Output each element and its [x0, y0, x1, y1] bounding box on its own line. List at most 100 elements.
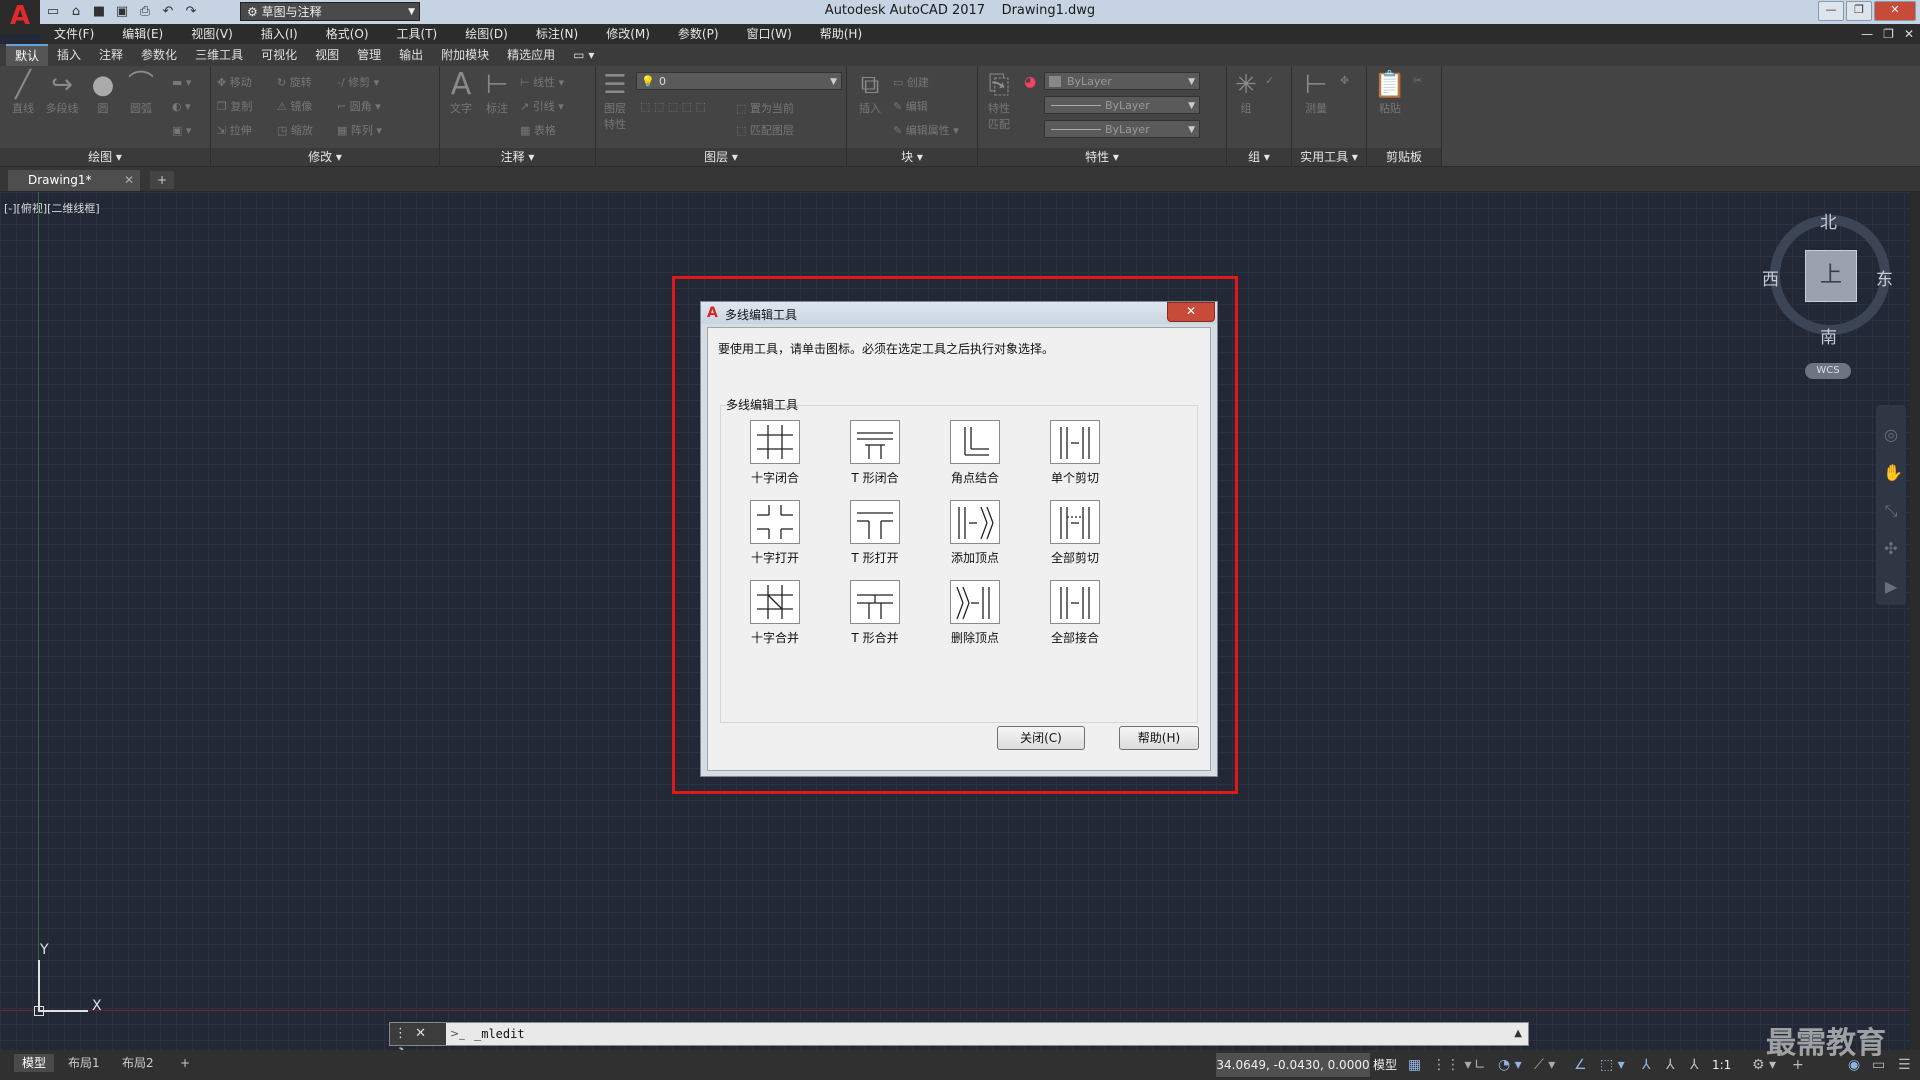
ortho-icon[interactable]: ∟ — [1474, 1055, 1486, 1075]
add-layout-button[interactable]: + — [172, 1054, 198, 1072]
text-button[interactable]: A 文字 — [444, 70, 478, 116]
doc-restore-icon[interactable]: ❐ — [1883, 24, 1894, 44]
add-vertex-icon[interactable] — [950, 500, 1000, 544]
ribbon-tab-7[interactable]: 管理 — [348, 44, 390, 66]
tool-tee-merged[interactable]: T 形合并 — [831, 580, 911, 655]
tool-delete-vertex[interactable]: 删除顶点 — [931, 580, 1011, 655]
move-button[interactable]: ✥ 移动 — [217, 74, 252, 90]
tool-weld-all[interactable]: 全部接合 — [1031, 580, 1111, 655]
help-button[interactable]: 帮助(H) — [1119, 726, 1199, 750]
circle-button[interactable]: ● 圆 — [86, 70, 120, 116]
grip-icon[interactable]: ⋮ — [394, 1026, 407, 1041]
utility-tools-icon[interactable]: ✥ — [1340, 74, 1349, 87]
menu-item-2[interactable]: 视图(V) — [177, 24, 247, 44]
viewport-controls-label[interactable]: [-][俯视][二维线框] — [4, 200, 100, 216]
panel-groups-title[interactable]: 组 ▾ — [1227, 148, 1291, 166]
ribbon-tab-8[interactable]: 输出 — [390, 44, 432, 66]
layout-tab-0[interactable]: 模型 — [14, 1054, 55, 1072]
delete-vertex-icon[interactable] — [950, 580, 1000, 624]
maximize-button[interactable]: ❐ — [1846, 1, 1872, 21]
menu-item-6[interactable]: 绘图(D) — [451, 24, 522, 44]
close-button[interactable]: 关闭(C) — [997, 726, 1085, 750]
cross-open-icon[interactable] — [750, 500, 800, 544]
app-logo[interactable]: A — [0, 0, 40, 34]
menu-item-10[interactable]: 窗口(W) — [733, 24, 806, 44]
grid-icon[interactable]: ▦ — [1408, 1055, 1421, 1075]
panel-draw-title[interactable]: 绘图 ▾ — [0, 148, 210, 166]
print-icon[interactable]: ⎙ — [136, 3, 154, 21]
wcs-menu[interactable]: WCS — [1805, 363, 1851, 379]
tab-drawing1[interactable]: Drawing1* ✕ — [8, 170, 140, 191]
close-icon[interactable]: ✕ — [415, 1026, 426, 1041]
showmotion-icon[interactable]: ▶ — [1883, 577, 1899, 596]
polyline-button[interactable]: ↪ 多段线 — [42, 70, 82, 116]
menu-item-7[interactable]: 标注(N) — [522, 24, 592, 44]
layer-tools-row[interactable]: ⬚ ⬚ ⬚ ⬚ ⬚ — [640, 100, 706, 113]
mirror-button[interactable]: ⚠ 镜像 — [277, 98, 312, 114]
panel-modify-title[interactable]: 修改 ▾ — [211, 148, 439, 166]
layer-properties-button[interactable]: ☰ 图层特性 — [600, 70, 630, 132]
object-snap-tracking-icon[interactable]: ∠ — [1574, 1055, 1587, 1075]
cross-closed-icon[interactable] — [750, 420, 800, 464]
dimension-button[interactable]: ⊢ 标注 — [480, 70, 514, 116]
lineweight-dropdown[interactable]: ByLayer ▼ — [1044, 120, 1200, 138]
panel-layers-title[interactable]: 图层 ▾ — [596, 148, 846, 166]
panel-properties-title[interactable]: 特性 ▾ — [978, 148, 1226, 166]
array-button[interactable]: ▦ 阵列 ▾ — [337, 122, 382, 138]
trim-button[interactable]: -/ 修剪 ▾ — [337, 74, 379, 90]
doc-close-icon[interactable]: ✕ — [1904, 24, 1914, 44]
undo-icon[interactable]: ↶ — [159, 3, 177, 21]
cut-icon[interactable]: ✂ — [1413, 74, 1422, 87]
menu-item-9[interactable]: 参数(P) — [664, 24, 733, 44]
menu-item-0[interactable]: 文件(F) — [40, 24, 108, 44]
cross-merged-icon[interactable] — [750, 580, 800, 624]
dialog-title-bar[interactable]: A 多线编辑工具 ✕ — [701, 302, 1217, 324]
tool-cross-closed[interactable]: 十字闭合 — [731, 420, 811, 495]
ribbon-tab-0[interactable]: 默认 — [6, 44, 49, 66]
line-button[interactable]: ╱ 直线 — [6, 70, 40, 116]
copy-button[interactable]: ❐ 复制 — [217, 98, 252, 114]
tee-merged-icon[interactable] — [850, 580, 900, 624]
ribbon-tab-10[interactable]: 精选应用 — [498, 44, 564, 66]
ribbon-tab-4[interactable]: 三维工具 — [186, 44, 252, 66]
compass-east[interactable]: 东 — [1876, 265, 1893, 290]
auto-scale-icon[interactable]: ⅄ — [1666, 1055, 1675, 1075]
tool-cross-open[interactable]: 十字打开 — [731, 500, 811, 575]
linear-button[interactable]: ⊢ 线性 ▾ — [520, 74, 564, 90]
tab-close-icon[interactable]: ✕ — [124, 170, 134, 191]
command-history-icon[interactable]: ▲ — [1514, 1023, 1522, 1045]
ribbon-tab-3[interactable]: 参数化 — [132, 44, 186, 66]
set-current-button[interactable]: ⬚ 置为当前 — [736, 100, 794, 116]
edit-attributes-button[interactable]: ✎ 编辑属性 ▾ — [893, 122, 959, 138]
tee-open-icon[interactable] — [850, 500, 900, 544]
orbit-icon[interactable]: ✣ — [1883, 539, 1899, 558]
cut-all-icon[interactable] — [1050, 500, 1100, 544]
compass-west[interactable]: 西 — [1762, 265, 1779, 290]
edit-block-button[interactable]: ✎ 编辑 — [893, 98, 928, 114]
annotation-scale[interactable]: 1:1 — [1712, 1054, 1731, 1076]
table-button[interactable]: ▦ 表格 — [520, 122, 556, 138]
customization-icon[interactable]: ☰ — [1898, 1055, 1911, 1075]
tool-corner-joint[interactable]: 角点结合 — [931, 420, 1011, 495]
fillet-button[interactable]: ⌐ 圆角 ▾ — [337, 98, 381, 114]
cut-single-icon[interactable] — [1050, 420, 1100, 464]
tool-add-vertex[interactable]: 添加顶点 — [931, 500, 1011, 575]
weld-all-icon[interactable] — [1050, 580, 1100, 624]
polar-icon[interactable]: ◔ ▾ — [1498, 1055, 1522, 1075]
panel-annotation-title[interactable]: 注释 ▾ — [440, 148, 595, 166]
layer-dropdown[interactable]: 💡 0 ▼ — [636, 72, 842, 90]
ribbon-tab-1[interactable]: 插入 — [48, 44, 90, 66]
coordinate-readout[interactable]: 34.0649, -0.0430, 0.0000 — [1216, 1053, 1370, 1077]
new-tab-button[interactable]: + — [150, 171, 174, 189]
doc-minimize-icon[interactable]: — — [1861, 24, 1873, 44]
snap-icon[interactable]: ⋮⋮ ▾ — [1432, 1055, 1471, 1075]
group-tools-icon[interactable]: ✓ — [1265, 74, 1274, 87]
window-close-button[interactable]: ✕ — [1874, 1, 1916, 21]
dialog-close-button[interactable]: ✕ — [1167, 302, 1215, 322]
rectangle-icon[interactable]: ▬ ▾ — [172, 76, 191, 89]
tool-cross-merged[interactable]: 十字合并 — [731, 580, 811, 655]
compass-north[interactable]: 北 — [1820, 208, 1837, 233]
tee-closed-icon[interactable] — [850, 420, 900, 464]
panel-clipboard-title[interactable]: 剪贴板 — [1367, 148, 1441, 166]
ribbon-minimize-icon[interactable]: ▭ ▾ — [564, 44, 603, 66]
